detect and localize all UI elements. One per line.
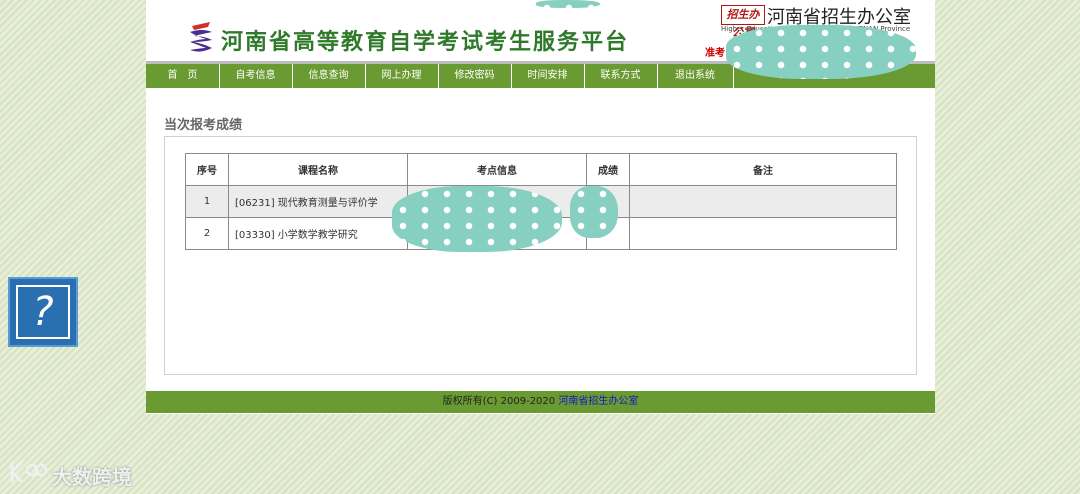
column-header-note: 备注: [629, 153, 897, 186]
footer-copyright: 版权所有(C) 2009-2020: [442, 396, 559, 407]
watermark-logo-icon: [10, 460, 48, 484]
redaction-mask: [536, 0, 600, 8]
nav-item-schedule[interactable]: 时间安排: [511, 64, 585, 88]
nav-item-contact[interactable]: 联系方式: [584, 64, 658, 88]
row-course: [03330] 小学数学教学研究: [228, 217, 408, 250]
column-header-course: 课程名称: [228, 153, 408, 186]
nav-item-online-service[interactable]: 网上办理: [365, 64, 439, 88]
row-no: 1: [185, 185, 229, 218]
question-mark-icon: ?: [16, 285, 70, 339]
row-note: [629, 217, 897, 250]
watermark-text: 大数跨境: [52, 465, 132, 489]
column-header-score: 成绩: [586, 153, 630, 186]
nav-item-home[interactable]: 首 页: [146, 64, 220, 88]
nav-item-exam-info[interactable]: 自考信息: [219, 64, 293, 88]
nav-item-logout[interactable]: 退出系统: [657, 64, 734, 88]
site-footer: 版权所有(C) 2009-2020 河南省招生办公室: [146, 391, 935, 413]
ticket-number-label: 准考: [705, 48, 725, 59]
office-stamp-logo: 招生办公室: [721, 5, 765, 39]
row-course: [06231] 现代教育测量与评价学: [228, 185, 408, 218]
footer-office-link[interactable]: 河南省招生办公室: [558, 396, 638, 407]
watermark: 大数跨境: [8, 458, 132, 489]
table-header-row: 序号 课程名称 考点信息 成绩 备注: [185, 153, 897, 186]
row-no: 2: [185, 217, 229, 250]
redaction-mask: [570, 186, 618, 238]
column-header-site: 考点信息: [407, 153, 587, 186]
nav-item-query[interactable]: 信息查询: [292, 64, 366, 88]
site-title: 河南省高等教育自学考试考生服务平台: [221, 30, 630, 55]
help-button[interactable]: ?: [8, 277, 78, 347]
row-note: [629, 185, 897, 218]
score-panel: 序号 课程名称 考点信息 成绩 备注 1 [06231] 现代教育测量与评价学 …: [164, 136, 917, 375]
column-header-no: 序号: [185, 153, 229, 186]
redaction-mask: [392, 186, 562, 252]
nav-item-change-password[interactable]: 修改密码: [438, 64, 512, 88]
section-title: 当次报考成绩: [164, 118, 243, 133]
redaction-mask: [726, 25, 916, 79]
site-logo-icon: [190, 22, 212, 52]
